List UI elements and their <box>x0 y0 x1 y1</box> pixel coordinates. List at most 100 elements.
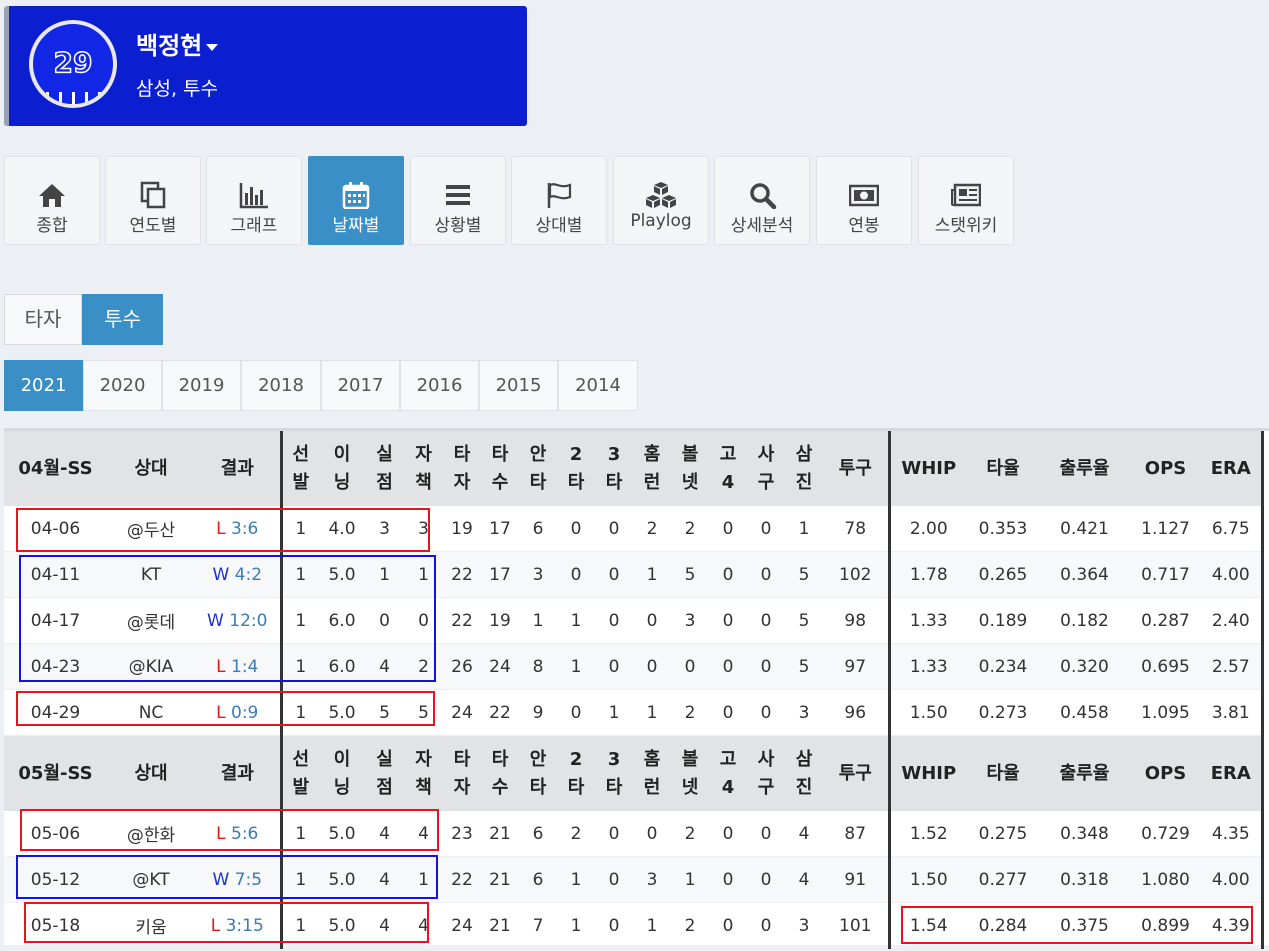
nav-tile-playlog[interactable]: Playlog <box>613 156 709 245</box>
stat-avg: 0.277 <box>967 856 1039 903</box>
column-header-label: 안타 <box>529 443 547 493</box>
stat-walks: 5 <box>671 551 709 598</box>
stat-era: 4.39 <box>1201 902 1264 949</box>
year-tab-2017[interactable]: 2017 <box>321 360 400 411</box>
stat-avg: 0.353 <box>967 506 1039 552</box>
column-header: 2타 <box>557 431 595 506</box>
stat-hit-by-pitch: 0 <box>747 856 785 903</box>
nav-label: 연도별 <box>129 216 177 236</box>
opponent: 키움 <box>107 902 195 949</box>
column-header: 자책 <box>404 735 443 811</box>
section-label: 04월-SS <box>4 431 107 506</box>
year-tab-2016[interactable]: 2016 <box>400 360 479 411</box>
stat-walks: 2 <box>671 689 709 736</box>
column-header-label: 홈런 <box>643 443 661 493</box>
stat-home-runs: 1 <box>633 902 671 949</box>
stat-doubles: 2 <box>557 811 595 857</box>
table-row[interactable]: 05-18 키움 L 3:15 1 5.0 4 4 24 21 7 1 0 1 2 0 0 3 101 1.54 0.… <box>4 902 1264 949</box>
result-wl: L <box>216 518 226 539</box>
section-label: 05월-SS <box>4 735 107 811</box>
stat-runs: 4 <box>365 856 404 903</box>
nav-tile-statwiki[interactable]: 스탯위키 <box>918 156 1014 245</box>
copy-icon <box>140 181 166 209</box>
nav-tile-opponent[interactable]: 상대별 <box>511 156 607 245</box>
stat-runs: 4 <box>365 811 404 857</box>
year-tab-2019[interactable]: 2019 <box>162 360 241 411</box>
table-row[interactable]: 05-06 @한화 L 5:6 1 5.0 4 4 23 21 6 2 0 0 2 0 0 4 87 1.52 0.2… <box>4 811 1264 857</box>
stat-intentional-walks: 0 <box>709 643 747 690</box>
caret-down-icon[interactable] <box>206 43 219 51</box>
year-tab-2015[interactable]: 2015 <box>479 360 558 411</box>
nav-label: 연봉 <box>848 216 880 236</box>
column-header: 결과 <box>195 735 283 811</box>
stat-home-runs: 2 <box>633 506 671 552</box>
stat-pitches: 91 <box>823 856 891 903</box>
column-header-label: 자책 <box>415 748 432 798</box>
year-tab-2020[interactable]: 2020 <box>83 360 162 411</box>
player-name[interactable]: 백정현 <box>136 32 202 60</box>
stat-era: 6.75 <box>1201 506 1264 552</box>
year-tab-2018[interactable]: 2018 <box>241 360 321 411</box>
stat-doubles: 0 <box>557 689 595 736</box>
stat-avg: 0.275 <box>967 811 1039 857</box>
game-log-table: 04월-SS 상대 결과 선발 이닝 실점 자책 타자 타수 안타 2타 3타 홈런 볼넷 고4 사구 삼진 투구… <box>4 428 1269 949</box>
stat-batters-faced: 24 <box>443 689 481 736</box>
stat-hits: 7 <box>519 902 557 949</box>
game-date: 04-17 <box>4 597 107 644</box>
stat-hits: 3 <box>519 551 557 598</box>
stat-starts: 1 <box>281 597 319 644</box>
year-tab-2014[interactable]: 2014 <box>558 360 638 411</box>
column-header: 결과 <box>195 431 283 506</box>
list-icon <box>446 185 470 205</box>
stat-hit-by-pitch: 0 <box>747 811 785 857</box>
column-header: 볼넷 <box>671 431 709 506</box>
stat-batters-faced: 23 <box>443 811 481 857</box>
column-header: 타율 <box>967 735 1039 811</box>
game-result: L 0:9 <box>195 689 283 736</box>
table-row[interactable]: 04-17 @롯데 W 12:0 1 6.0 0 0 22 19 1 1 0 0 3 0 0 5 98 1.33 0.… <box>4 597 1264 644</box>
nav-tile-salary[interactable]: 연봉 <box>816 156 912 245</box>
stat-starts: 1 <box>281 856 319 903</box>
game-date: 05-06 <box>4 811 107 857</box>
stat-doubles: 0 <box>557 551 595 598</box>
column-header: 투구 <box>823 431 891 506</box>
stat-hit-by-pitch: 0 <box>747 597 785 644</box>
stat-batters-faced: 24 <box>443 902 481 949</box>
column-header-label: 3타 <box>605 443 623 493</box>
stat-at-bats: 21 <box>481 811 519 857</box>
game-date: 04-23 <box>4 643 107 690</box>
table-row[interactable]: 04-29 NC L 0:9 1 5.0 5 5 24 22 9 0 1 1 2 0 0 3 96 1.50 0.27… <box>4 689 1264 736</box>
column-header-label: 타수 <box>491 443 509 493</box>
table-row[interactable]: 04-11 KT W 4:2 1 5.0 1 1 22 17 3 0 0 1 5 0 0 5 102 1.78 0.2… <box>4 551 1264 598</box>
stat-intentional-walks: 0 <box>709 856 747 903</box>
column-header: WHIP <box>889 735 967 811</box>
stat-innings: 5.0 <box>319 811 365 857</box>
nav-tile-summary[interactable]: 종합 <box>4 156 100 245</box>
tab-pitcher[interactable]: 투수 <box>82 294 163 345</box>
nav-tile-by-date[interactable]: 날짜별 <box>308 156 404 245</box>
column-header: 삼진 <box>785 735 823 811</box>
tab-batter[interactable]: 타자 <box>4 294 82 345</box>
table-row[interactable]: 04-06 @두산 L 3:6 1 4.0 3 3 19 17 6 0 0 2 2 0 0 1 78 2.00 0.3… <box>4 506 1264 552</box>
stat-doubles: 1 <box>557 643 595 690</box>
year-tab-2021[interactable]: 2021 <box>4 360 83 411</box>
nav-label: 상세분석 <box>730 216 794 236</box>
stat-triples: 0 <box>595 506 633 552</box>
table-row[interactable]: 04-23 @KIA L 1:4 1 6.0 4 2 26 24 8 1 0 0 0 0 0 5 97 1.33 0.… <box>4 643 1264 690</box>
nav-tile-graph[interactable]: 그래프 <box>206 156 302 245</box>
stat-doubles: 1 <box>557 902 595 949</box>
nav-tile-detail[interactable]: 상세분석 <box>714 156 810 245</box>
player-name-dropdown[interactable]: 백정현 <box>136 26 219 61</box>
column-header: 실점 <box>365 431 404 506</box>
stat-avg: 0.189 <box>967 597 1039 644</box>
nav-tile-situation[interactable]: 상황별 <box>410 156 506 245</box>
nav-tile-yearly[interactable]: 연도별 <box>105 156 201 245</box>
result-wl: L <box>210 915 221 936</box>
game-date: 04-11 <box>4 551 107 598</box>
stat-obp: 0.375 <box>1039 902 1130 949</box>
stat-strikeouts: 5 <box>785 597 823 644</box>
stat-walks: 0 <box>671 643 709 690</box>
stat-pitches: 97 <box>823 643 891 690</box>
table-row[interactable]: 05-12 @KT W 7:5 1 5.0 4 1 22 21 6 1 0 3 1 0 0 4 91 1.50 0.2… <box>4 856 1264 903</box>
stat-obp: 0.421 <box>1039 506 1130 552</box>
